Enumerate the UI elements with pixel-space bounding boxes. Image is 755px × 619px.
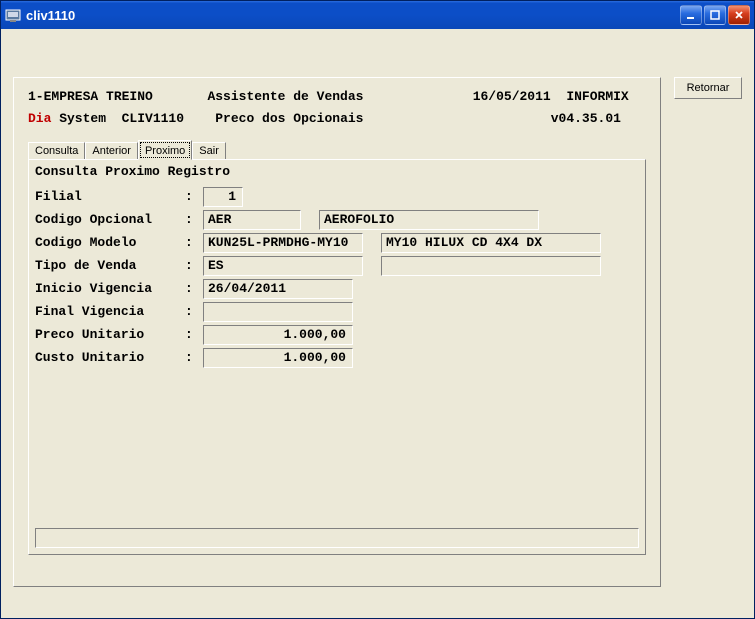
row-filial: Filial : 1 (35, 185, 639, 208)
db-name: INFORMIX (566, 89, 628, 104)
tab-content: Consulta Proximo Registro Filial : 1 Cod… (28, 159, 646, 555)
label-inicio-vigencia: Inicio Vigencia (35, 281, 185, 296)
close-button[interactable] (728, 5, 750, 25)
field-preco-unitario[interactable]: 1.000,00 (203, 325, 353, 345)
field-final-vigencia[interactable] (203, 302, 353, 322)
field-desc-modelo[interactable]: MY10 HILUX CD 4X4 DX (381, 233, 601, 253)
colon: : (185, 327, 203, 342)
field-tipo-venda[interactable]: ES (203, 256, 363, 276)
window-title: cliv1110 (26, 8, 680, 23)
colon: : (185, 304, 203, 319)
row-custo-unitario: Custo Unitario : 1.000,00 (35, 346, 639, 369)
screen-title: Assistente de Vendas (207, 89, 363, 104)
colon: : (185, 189, 203, 204)
tab-proximo[interactable]: Proximo (138, 140, 192, 160)
titlebar: cliv1110 (1, 1, 754, 29)
row-codigo-modelo: Codigo Modelo : KUN25L-PRMDHG-MY10 MY10 … (35, 231, 639, 254)
tab-consulta[interactable]: Consulta (28, 142, 85, 160)
side-column: Retornar (674, 77, 742, 99)
field-filial[interactable]: 1 (203, 187, 243, 207)
maximize-button[interactable] (704, 5, 726, 25)
row-codigo-opcional: Codigo Opcional : AER AEROFOLIO (35, 208, 639, 231)
page-subtitle: Consulta Proximo Registro (35, 164, 639, 179)
field-desc-tipo-venda[interactable] (381, 256, 601, 276)
tab-anterior[interactable]: Anterior (85, 142, 138, 160)
label-filial: Filial (35, 189, 185, 204)
tab-row: Consulta Anterior Proximo Sair (28, 142, 646, 160)
field-inicio-vigencia[interactable]: 26/04/2011 (203, 279, 353, 299)
header-version: v04.35.01 (551, 111, 621, 126)
label-final-vigencia: Final Vigencia (35, 304, 185, 319)
row-preco-unitario: Preco Unitario : 1.000,00 (35, 323, 639, 346)
company-name: 1-EMPRESA TREINO (28, 89, 153, 104)
app-icon (5, 7, 21, 23)
client-area: Retornar 1-EMPRESA TREINO Assistente de … (1, 29, 754, 618)
field-codigo-opcional[interactable]: AER (203, 210, 301, 230)
header-line-1: 1-EMPRESA TREINO Assistente de Vendas 16… (28, 88, 646, 106)
header-subtitle: Preco dos Opcionais (215, 111, 363, 126)
label-custo-unitario: Custo Unitario (35, 350, 185, 365)
colon: : (185, 212, 203, 227)
minimize-button[interactable] (680, 5, 702, 25)
label-preco-unitario: Preco Unitario (35, 327, 185, 342)
header-line-2: Dia System CLIV1110 Preco dos Opcionais … (28, 110, 646, 128)
window-buttons (680, 5, 750, 25)
header-system: System CLIV1110 (51, 111, 184, 126)
field-desc-opcional[interactable]: AEROFOLIO (319, 210, 539, 230)
field-codigo-modelo[interactable]: KUN25L-PRMDHG-MY10 (203, 233, 363, 253)
header-dia: Dia (28, 111, 51, 126)
colon: : (185, 258, 203, 273)
app-window: cliv1110 Retornar 1-EMPRESA TREINO Assis… (0, 0, 755, 619)
colon: : (185, 281, 203, 296)
label-codigo-modelo: Codigo Modelo (35, 235, 185, 250)
header-date: 16/05/2011 (473, 89, 551, 104)
row-inicio-vigencia: Inicio Vigencia : 26/04/2011 (35, 277, 639, 300)
tab-sair[interactable]: Sair (192, 142, 226, 160)
colon: : (185, 350, 203, 365)
field-custo-unitario[interactable]: 1.000,00 (203, 348, 353, 368)
main-panel: 1-EMPRESA TREINO Assistente de Vendas 16… (13, 77, 661, 587)
status-strip (35, 528, 639, 548)
colon: : (185, 235, 203, 250)
label-codigo-opcional: Codigo Opcional (35, 212, 185, 227)
row-final-vigencia: Final Vigencia : (35, 300, 639, 323)
retornar-button[interactable]: Retornar (674, 77, 742, 99)
row-tipo-venda: Tipo de Venda : ES (35, 254, 639, 277)
label-tipo-venda: Tipo de Venda (35, 258, 185, 273)
